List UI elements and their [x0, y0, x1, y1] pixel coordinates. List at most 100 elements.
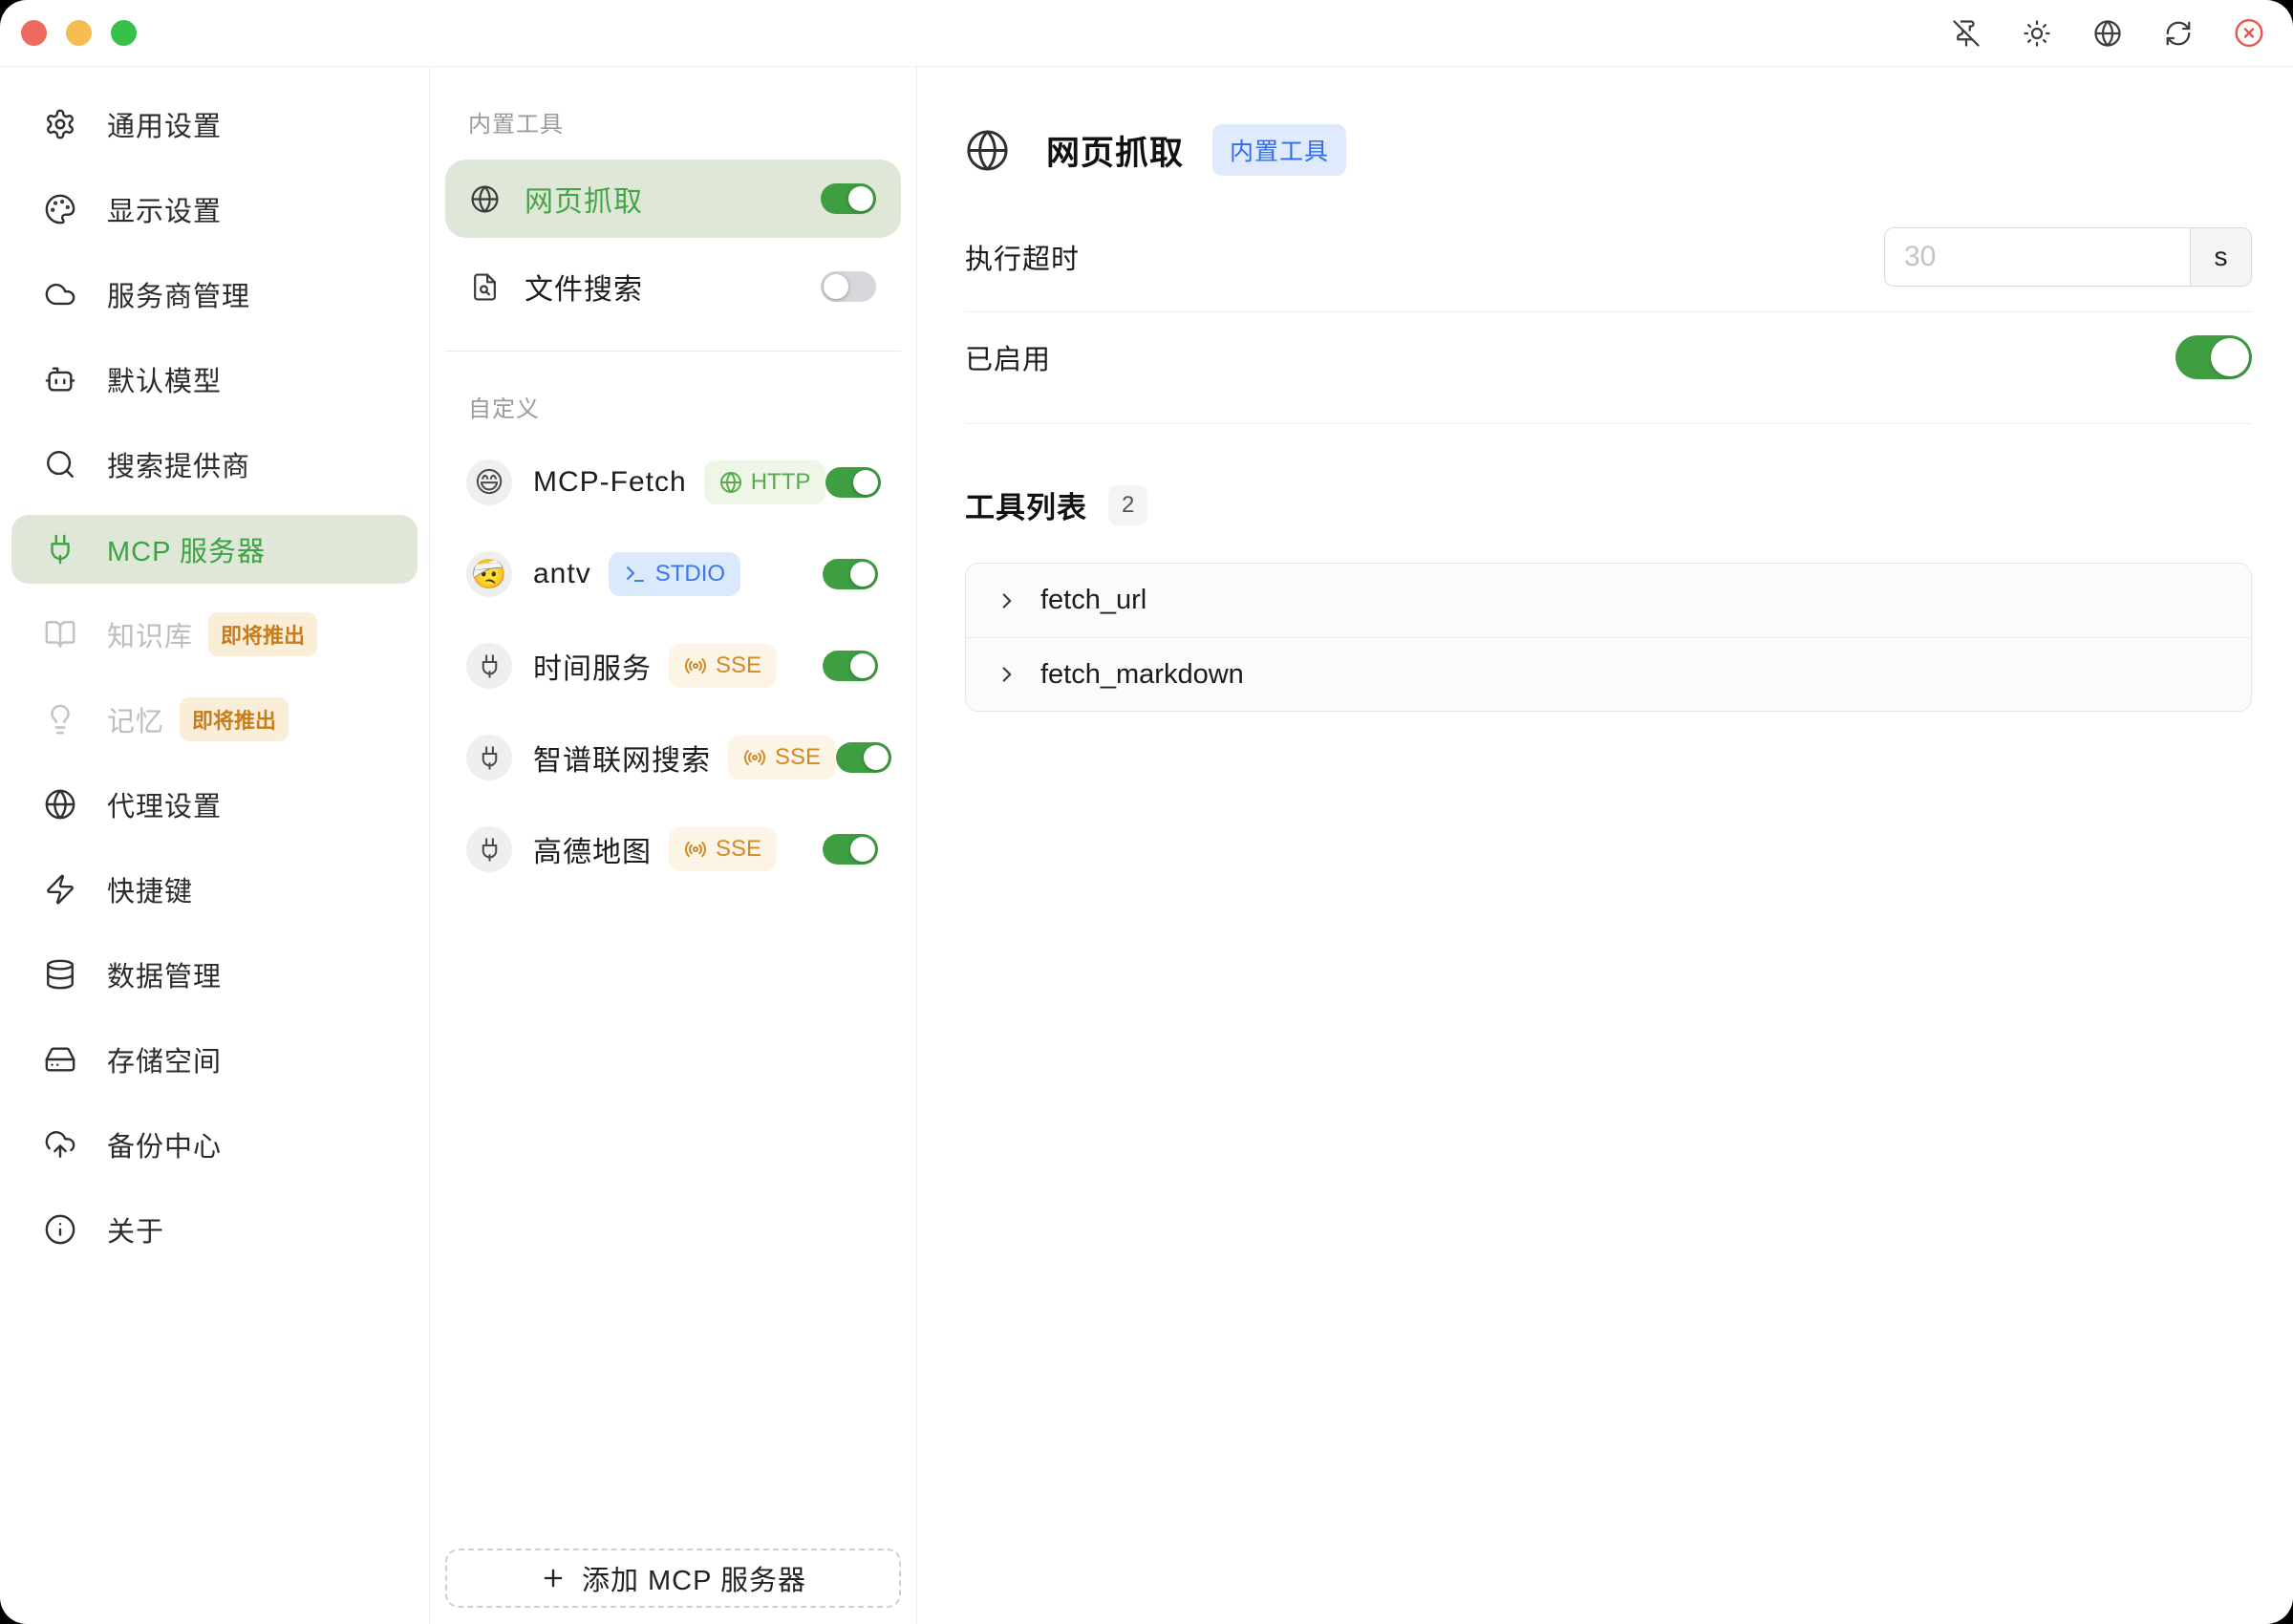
close-traffic-light[interactable]	[21, 20, 47, 46]
file-search-icon	[470, 272, 500, 302]
coming-soon-badge: 即将推出	[180, 697, 289, 741]
stdio-type-badge: STDIO	[609, 552, 740, 596]
sidebar-item-label: MCP 服务器	[107, 529, 266, 569]
sidebar-item-about[interactable]: 关于	[11, 1195, 418, 1264]
sidebar-item-knowledge-base[interactable]: 知识库 即将推出	[11, 600, 418, 669]
server-list-panel: 内置工具 网页抓取 文件搜索 自定义 😄 MCP-Fetch HTTP 🤕	[430, 67, 917, 1624]
detail-panel: 网页抓取 内置工具 执行超时 s 已启用 工具列表 2	[917, 67, 2293, 1624]
sidebar-item-default-model[interactable]: 默认模型	[11, 345, 418, 414]
sidebar-item-memory[interactable]: 记忆 即将推出	[11, 685, 418, 754]
radio-icon	[684, 838, 707, 861]
add-mcp-server-label: 添加 MCP 服务器	[582, 1558, 806, 1598]
cloud-upload-icon	[44, 1128, 76, 1161]
page-title: 网页抓取	[1046, 126, 1184, 175]
builtin-tools-header: 内置工具	[468, 105, 901, 139]
tool-row-fetch-url[interactable]: fetch_url	[966, 564, 2251, 637]
sidebar-item-search-provider[interactable]: 搜索提供商	[11, 430, 418, 499]
tools-header: 工具列表 2	[965, 483, 2252, 526]
server-item-antv[interactable]: 🤕 antv STDIO	[445, 528, 901, 620]
search-icon	[44, 448, 76, 481]
sidebar-item-label: 默认模型	[107, 359, 222, 399]
server-emoji-avatar: 😄	[466, 459, 512, 505]
minimize-traffic-light[interactable]	[66, 20, 92, 46]
info-icon	[44, 1213, 76, 1246]
sidebar-item-label: 数据管理	[107, 954, 222, 994]
sse-type-badge: SSE	[669, 827, 777, 871]
globe-icon	[965, 128, 1010, 173]
cloud-icon	[44, 278, 76, 310]
timeout-row: 执行超时 s	[965, 203, 2252, 312]
refresh-icon[interactable]	[2163, 18, 2194, 49]
globe-icon	[719, 471, 742, 494]
server-name: 文件搜索	[525, 266, 643, 308]
zap-icon	[44, 873, 76, 906]
sidebar-item-backup-center[interactable]: 备份中心	[11, 1110, 418, 1179]
mcp-fetch-toggle[interactable]	[825, 467, 881, 498]
timeout-input-group: s	[1884, 227, 2252, 287]
sidebar: 通用设置 显示设置 服务商管理 默认模型 搜索提供商 MCP 服务器	[0, 67, 430, 1624]
timeout-label: 执行超时	[965, 237, 1080, 277]
plug-icon	[477, 837, 503, 863]
server-name: MCP-Fetch	[533, 466, 687, 499]
sidebar-item-data-management[interactable]: 数据管理	[11, 940, 418, 1009]
bot-icon	[44, 363, 76, 395]
section-divider	[445, 351, 901, 352]
book-open-icon	[44, 618, 76, 651]
sidebar-item-label: 快捷键	[107, 869, 193, 909]
sidebar-item-label: 显示设置	[107, 189, 222, 229]
sidebar-item-label: 知识库	[107, 614, 193, 654]
sidebar-item-label: 代理设置	[107, 784, 222, 824]
sidebar-item-proxy-settings[interactable]: 代理设置	[11, 770, 418, 839]
enabled-toggle[interactable]	[2175, 335, 2252, 379]
chevron-right-icon	[995, 662, 1019, 687]
chevron-right-icon	[995, 588, 1019, 613]
plug-icon	[477, 745, 503, 771]
server-item-web-scrape[interactable]: 网页抓取	[445, 160, 901, 238]
sidebar-item-label: 记忆	[107, 699, 164, 739]
server-item-zhipu-web-search[interactable]: 智谱联网搜索 SSE	[445, 712, 901, 803]
server-name: antv	[533, 558, 591, 590]
sidebar-item-general-settings[interactable]: 通用设置	[11, 90, 418, 159]
server-name: 网页抓取	[525, 178, 643, 220]
plug-icon	[477, 653, 503, 679]
add-mcp-server-button[interactable]: 添加 MCP 服务器	[445, 1549, 901, 1608]
server-item-amap[interactable]: 高德地图 SSE	[445, 803, 901, 895]
terminal-icon	[624, 563, 647, 586]
titlebar-actions	[1951, 18, 2264, 49]
sidebar-item-mcp-servers[interactable]: MCP 服务器	[11, 515, 418, 584]
coming-soon-badge: 即将推出	[208, 612, 317, 656]
file-search-toggle[interactable]	[821, 271, 876, 302]
antv-toggle[interactable]	[823, 559, 878, 589]
sidebar-item-display-settings[interactable]: 显示设置	[11, 175, 418, 244]
server-item-time-service[interactable]: 时间服务 SSE	[445, 620, 901, 712]
tool-row-fetch-markdown[interactable]: fetch_markdown	[966, 637, 2251, 711]
plug-avatar	[466, 826, 512, 872]
close-window-icon[interactable]	[2234, 18, 2264, 49]
server-item-mcp-fetch[interactable]: 😄 MCP-Fetch HTTP	[445, 437, 901, 528]
sidebar-item-label: 通用设置	[107, 104, 222, 144]
globe-icon	[44, 788, 76, 821]
sidebar-item-storage-space[interactable]: 存储空间	[11, 1025, 418, 1094]
sidebar-item-provider-management[interactable]: 服务商管理	[11, 260, 418, 329]
amap-toggle[interactable]	[823, 834, 878, 865]
radio-icon	[743, 746, 766, 769]
plug-avatar	[466, 643, 512, 689]
server-item-file-search[interactable]: 文件搜索	[445, 247, 901, 326]
zoom-traffic-light[interactable]	[111, 20, 137, 46]
sidebar-item-label: 关于	[107, 1209, 164, 1250]
plus-icon	[540, 1565, 567, 1592]
language-globe-icon[interactable]	[2092, 18, 2123, 49]
time-service-toggle[interactable]	[823, 651, 878, 681]
enabled-row: 已启用	[965, 312, 2252, 424]
traffic-lights	[21, 20, 137, 46]
sidebar-item-shortcuts[interactable]: 快捷键	[11, 855, 418, 924]
tool-name: fetch_markdown	[1040, 659, 1244, 691]
pin-off-icon[interactable]	[1951, 18, 1982, 49]
zhipu-web-search-toggle[interactable]	[836, 742, 891, 773]
theme-sun-icon[interactable]	[2022, 18, 2052, 49]
plug-avatar	[466, 735, 512, 780]
timeout-input[interactable]	[1885, 228, 2190, 286]
web-scrape-toggle[interactable]	[821, 183, 876, 214]
enabled-label: 已启用	[965, 337, 1051, 377]
sse-type-badge: SSE	[669, 644, 777, 688]
